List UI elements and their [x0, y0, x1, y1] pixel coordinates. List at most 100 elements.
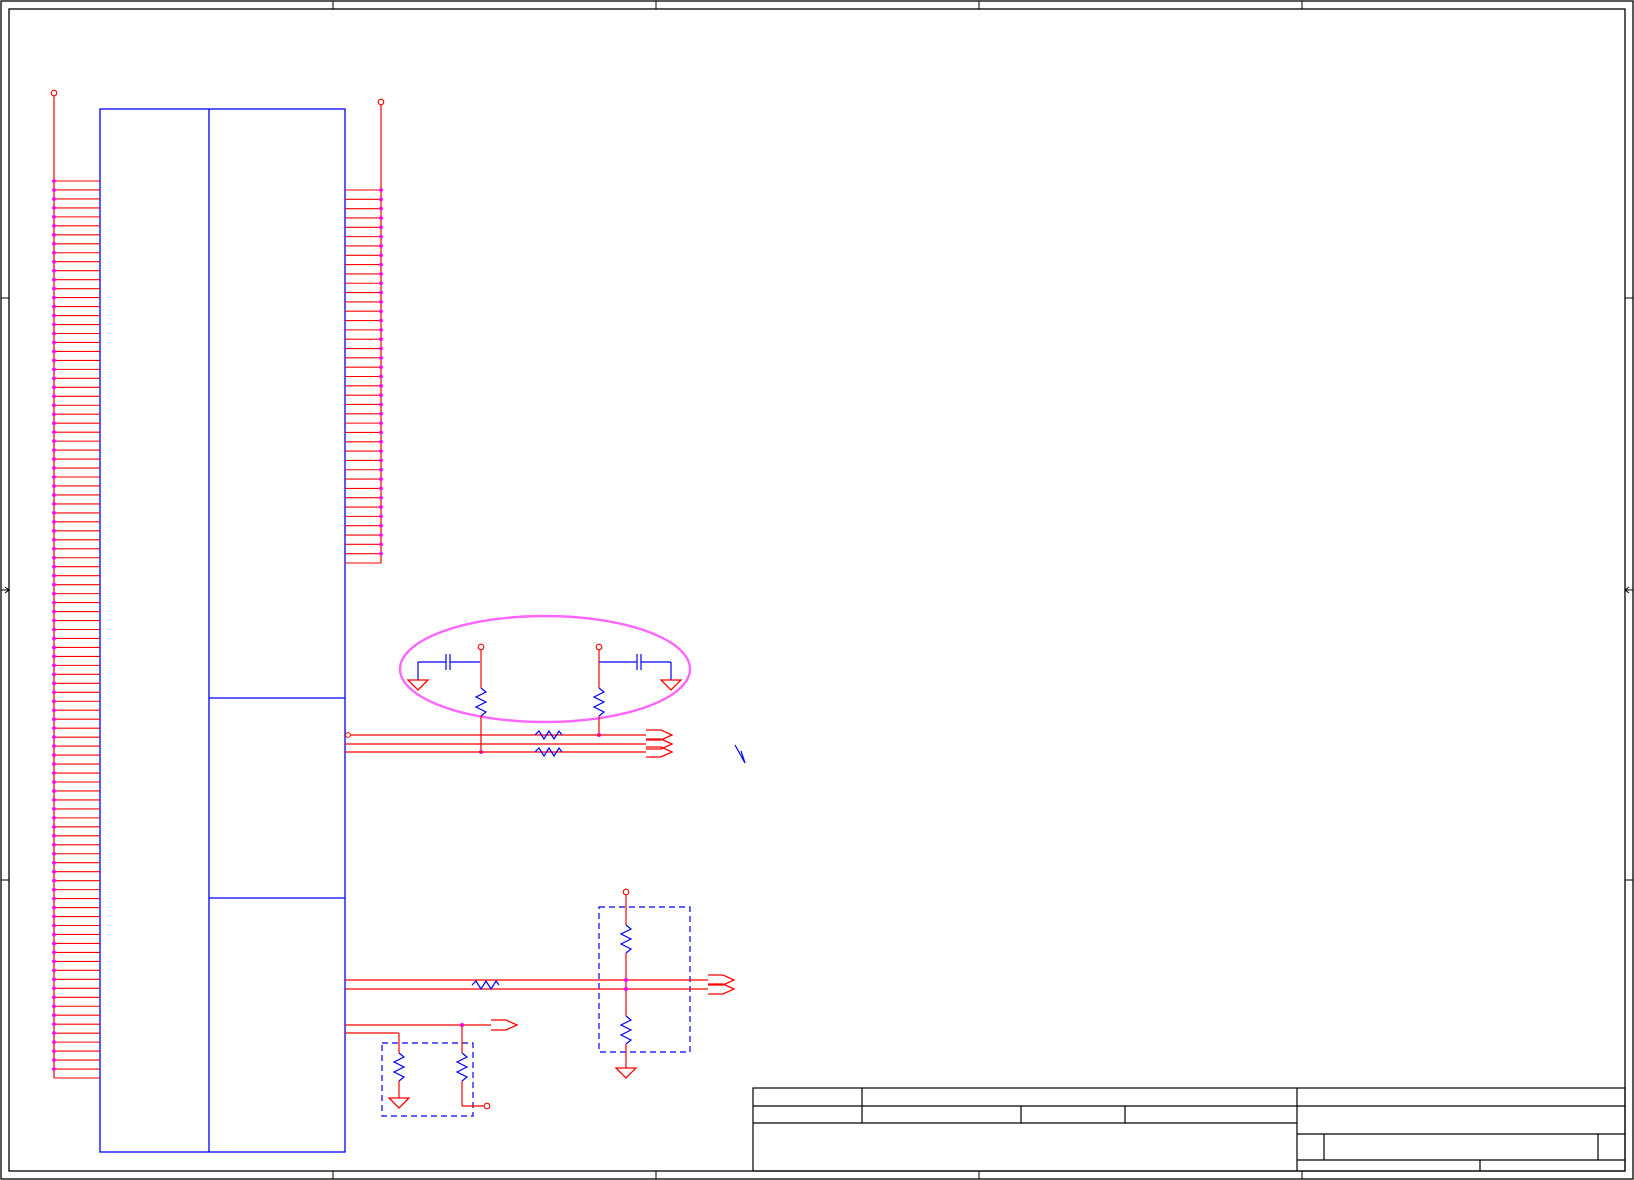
junction-dot: [52, 421, 56, 426]
right-pin-bank: [345, 98, 385, 564]
junction-dot: [52, 1022, 56, 1027]
junction-dot: [52, 322, 56, 327]
junction-dot: [379, 216, 383, 220]
junction-dot: [52, 798, 56, 802]
junction-dot: [379, 514, 383, 519]
junction-dot: [52, 286, 56, 291]
junction-dot: [52, 941, 56, 946]
junction-dot: [52, 188, 56, 192]
power-port-left: [50, 89, 58, 97]
junction-dot: [379, 234, 383, 239]
power-port: [595, 643, 603, 651]
junction-dot: [379, 188, 383, 192]
junction-dot: [52, 385, 56, 390]
junction-dot: [52, 860, 56, 865]
junction-dot: [379, 542, 383, 547]
junction-dot: [52, 672, 56, 677]
junction-dot: [52, 807, 56, 811]
power-port: [622, 888, 630, 896]
junction-dot: [52, 869, 56, 874]
junction-dot: [52, 313, 56, 318]
junction-dot: [52, 510, 56, 515]
bottom-pull-network: [345, 1019, 519, 1117]
junction-dot: [52, 600, 56, 605]
junction-dot: [52, 340, 56, 345]
junction-dot: [379, 309, 383, 314]
junction-dot: [52, 1049, 56, 1053]
junction-dot: [379, 374, 383, 379]
junction-dot: [52, 753, 56, 757]
junction-dot: [52, 1031, 56, 1036]
junction-dot: [52, 268, 56, 273]
junction-dot: [52, 349, 56, 354]
junction-dot: [379, 551, 383, 556]
series-resistor: [471, 979, 500, 991]
offpage-connector: [491, 1019, 519, 1031]
junction-dot: [379, 486, 383, 491]
junction-dot: [52, 277, 56, 282]
junction-dot: [52, 995, 56, 1000]
junction-dot: [52, 690, 56, 695]
junction-dot: [52, 887, 56, 892]
junction-dot: [52, 986, 56, 991]
junction-dot: [52, 295, 56, 300]
ground-symbol: [659, 679, 683, 691]
junction-dot: [379, 225, 383, 230]
junction-dot: [379, 244, 383, 248]
junction-dot: [379, 467, 383, 472]
junction-dot: [52, 331, 56, 336]
junction-dot: [379, 355, 383, 360]
junction-dot: [379, 523, 383, 528]
junction-dot: [52, 493, 56, 497]
junction-dot: [52, 528, 56, 533]
junction-dot: [52, 896, 56, 901]
junction-dot: [52, 636, 56, 641]
junction-dot: [52, 484, 56, 488]
junction-dot: [52, 214, 56, 219]
connector-body: [99, 108, 346, 1153]
junction-dot: [52, 466, 56, 470]
divider-resistor-top: [619, 924, 633, 954]
highlighted-pullup-section: [398, 614, 692, 754]
junction-dot: [379, 327, 383, 332]
junction-dot: [52, 403, 56, 408]
power-port-right: [377, 98, 385, 106]
junction-dot: [52, 699, 56, 704]
junction-dot: [52, 744, 56, 749]
junction-dot: [379, 449, 383, 453]
title-block: [752, 1087, 1626, 1172]
junction-dot: [52, 717, 56, 722]
junction-dot: [379, 477, 383, 481]
junction-dot: [52, 905, 56, 910]
junction-dot: [52, 645, 56, 650]
junction-dot: [379, 365, 383, 370]
junction-dot: [52, 932, 56, 937]
junction-dot: [52, 502, 56, 506]
junction-dot: [52, 250, 56, 255]
junction-dot: [52, 241, 56, 246]
divider-network: [345, 888, 736, 1079]
ground-symbol: [387, 1097, 411, 1109]
junction-dot: [52, 197, 56, 201]
junction-dot: [52, 726, 56, 731]
pullup-resistor-left: [474, 687, 488, 717]
junction-dot: [52, 789, 56, 793]
junction-dot: [52, 376, 56, 381]
junction-dot: [52, 1013, 56, 1018]
left-pin-bank: [50, 89, 100, 1079]
junction-dot: [52, 448, 56, 452]
schematic-sheet: [0, 0, 1634, 1180]
junction-dot: [52, 1067, 56, 1071]
junction-dot: [379, 253, 383, 258]
junction-dot: [52, 519, 56, 524]
junction-dot: [379, 393, 383, 398]
junction-dot: [52, 439, 56, 444]
junction-dot: [52, 627, 56, 632]
junction-dot: [379, 439, 383, 444]
junction-dot: [52, 1058, 56, 1062]
junction-dot: [52, 735, 56, 740]
junction-dot: [52, 430, 56, 435]
junction-dot: [52, 546, 56, 551]
junction-dot: [52, 304, 56, 309]
junction-dot: [52, 591, 56, 596]
